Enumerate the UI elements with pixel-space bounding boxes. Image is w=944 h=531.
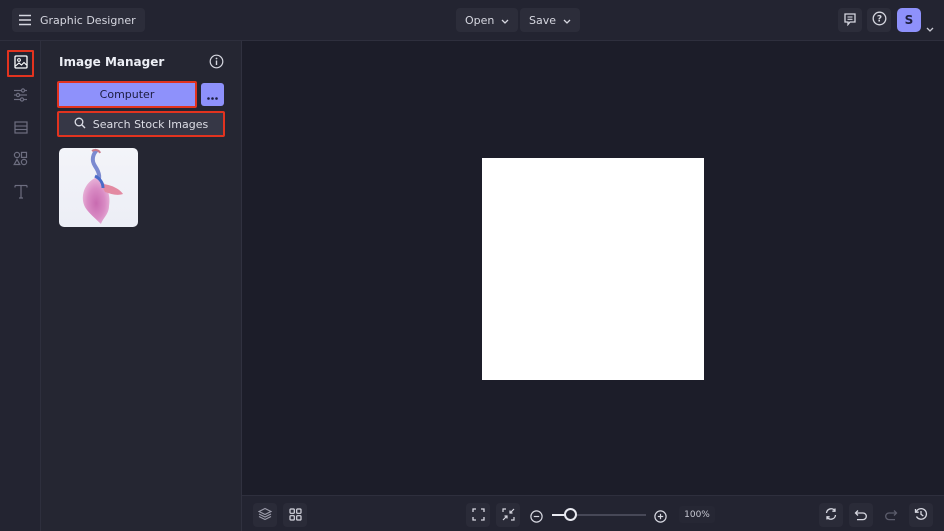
history-button[interactable] xyxy=(909,503,933,527)
rail-item-graphics[interactable] xyxy=(7,147,34,174)
fit-to-screen-button[interactable] xyxy=(466,503,490,527)
redo-icon xyxy=(884,506,898,525)
shrink-button[interactable] xyxy=(496,503,520,527)
open-label: Open xyxy=(465,13,495,27)
shrink-icon xyxy=(501,506,515,525)
comments-button[interactable] xyxy=(838,8,862,32)
canvas-workspace[interactable] xyxy=(242,41,944,495)
refresh-icon xyxy=(824,506,838,525)
chevron-down-icon xyxy=(501,14,509,27)
text-icon xyxy=(13,184,28,203)
grid-view-button[interactable] xyxy=(283,503,307,527)
app-menu-button[interactable]: Graphic Designer xyxy=(12,8,145,32)
search-icon xyxy=(74,117,86,132)
ellipsis-icon xyxy=(207,85,218,104)
chevron-down-icon xyxy=(563,14,571,27)
info-icon[interactable] xyxy=(209,54,224,73)
hamburger-menu-icon xyxy=(18,11,32,30)
user-avatar[interactable]: S xyxy=(897,8,921,32)
zoom-percentage[interactable]: 100% xyxy=(679,506,715,523)
upload-from-computer-button[interactable]: Computer xyxy=(57,81,197,108)
bottom-toolbar: 100% xyxy=(242,495,944,531)
rail-item-adjustments[interactable] xyxy=(7,83,34,110)
layers-button[interactable] xyxy=(253,503,277,527)
history-icon xyxy=(914,506,928,525)
betta-fish-image xyxy=(82,148,123,224)
svg-text:?: ? xyxy=(876,14,881,24)
redo-button[interactable] xyxy=(879,503,903,527)
save-label: Save xyxy=(529,13,557,27)
account-chevron-down-icon[interactable] xyxy=(926,17,934,36)
rail-item-layout[interactable] xyxy=(7,115,34,142)
app-title: Graphic Designer xyxy=(40,13,136,27)
expand-icon xyxy=(471,506,485,525)
save-menu-button[interactable]: Save xyxy=(520,8,581,32)
undo-icon xyxy=(854,506,868,525)
refresh-button[interactable] xyxy=(819,503,843,527)
grid-icon xyxy=(288,506,302,525)
search-stock-images-button[interactable]: Search Stock Images xyxy=(57,111,225,137)
search-stock-label: Search Stock Images xyxy=(92,117,209,131)
zoom-out-icon[interactable] xyxy=(530,508,543,527)
artboard[interactable] xyxy=(482,158,704,380)
comment-icon xyxy=(843,11,857,30)
zoom-in-icon[interactable] xyxy=(654,508,667,527)
open-menu-button[interactable]: Open xyxy=(456,8,519,32)
more-options-button[interactable] xyxy=(201,83,224,106)
layers-icon xyxy=(257,506,273,525)
panel-title: Image Manager xyxy=(59,55,165,69)
rail-item-image-manager[interactable] xyxy=(7,50,34,77)
image-icon xyxy=(13,54,28,73)
tool-rail xyxy=(0,41,41,531)
shapes-icon xyxy=(13,151,28,170)
image-manager-panel: Image Manager Computer Search Stock Imag… xyxy=(41,41,242,531)
rail-item-text[interactable] xyxy=(7,180,34,207)
sliders-icon xyxy=(13,87,28,106)
top-bar: Graphic Designer Open Save ? S xyxy=(0,0,944,41)
help-icon: ? xyxy=(872,11,887,30)
zoom-slider-handle[interactable] xyxy=(564,508,578,521)
layout-icon xyxy=(13,119,28,138)
image-thumbnail[interactable] xyxy=(59,148,138,227)
undo-button[interactable] xyxy=(849,503,873,527)
help-button[interactable]: ? xyxy=(867,8,891,32)
